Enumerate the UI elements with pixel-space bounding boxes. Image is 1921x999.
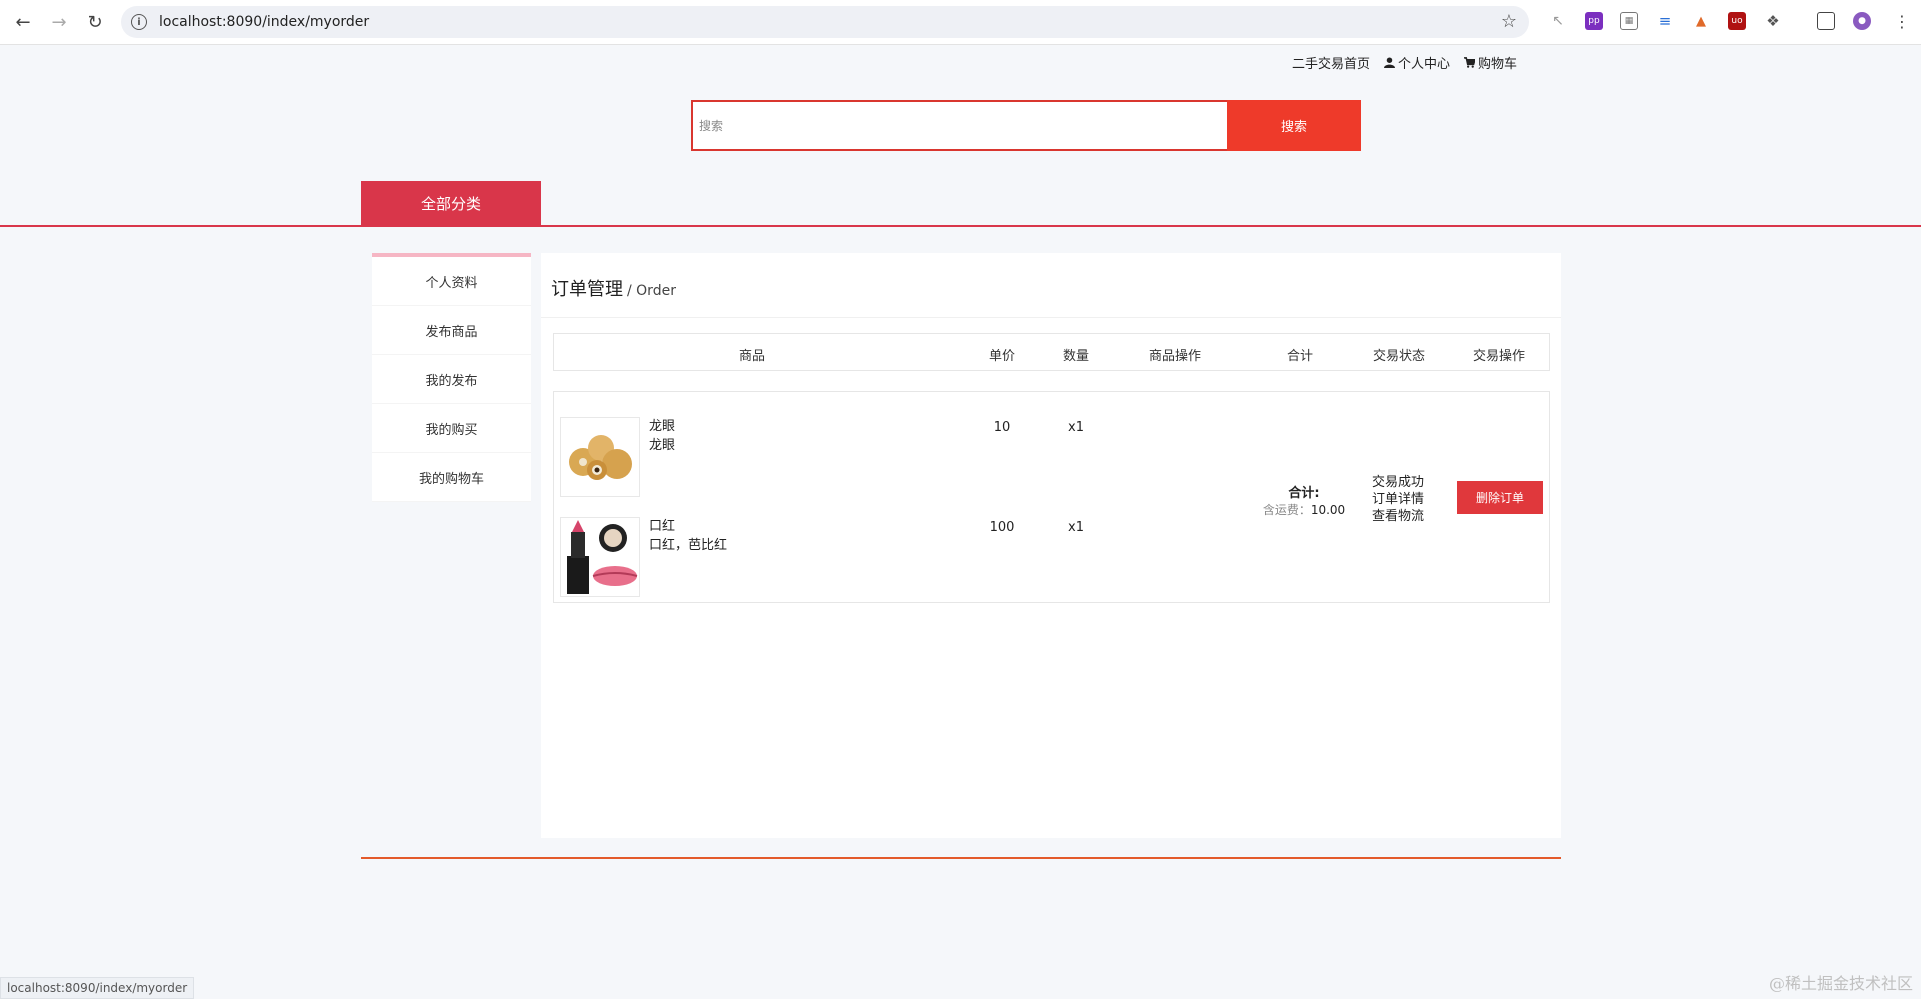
item-1-name-block: 龙眼 龙眼 <box>649 417 675 455</box>
lipstick-image[interactable] <box>560 517 640 597</box>
order-panel: 订单管理 / Order 商品 单价 数量 商品操作 合计 交易状态 交易操作 <box>541 253 1561 838</box>
column-header-total: 合计 <box>1286 349 1314 364</box>
menu-kebab-icon[interactable]: ⋮ <box>1893 12 1911 31</box>
sidebar-item-my-cart[interactable]: 我的购物车 <box>372 453 531 502</box>
item-1-name[interactable]: 龙眼 <box>649 417 675 436</box>
translate-extension-icon[interactable]: ▲ <box>1692 12 1710 30</box>
delete-order-button[interactable]: 删除订单 <box>1457 481 1543 514</box>
cart-icon <box>1464 57 1476 68</box>
order-detail-link[interactable]: 订单详情 <box>1372 491 1424 508</box>
sidebar-item-my-purchases[interactable]: 我的购买 <box>372 404 531 453</box>
title-divider <box>541 317 1561 318</box>
footer-divider <box>361 857 1561 859</box>
item-2-price: 100 <box>989 520 1015 535</box>
watermark: @稀土掘金技术社区 <box>1768 974 1913 993</box>
item-1-qty: x1 <box>1068 420 1084 435</box>
sidebar-item-my-posts[interactable]: 我的发布 <box>372 355 531 404</box>
column-header-qty: 数量 <box>1062 349 1090 364</box>
search-button[interactable]: 搜索 <box>1227 100 1361 151</box>
store-extension-icon[interactable]: ▦ <box>1620 12 1638 30</box>
column-header-status: 交易状态 <box>1372 349 1426 364</box>
layers-extension-icon[interactable]: ≡ <box>1656 12 1674 30</box>
order-total: 合计: 含运费：10.00 <box>1254 482 1354 518</box>
sidebar-item-profile[interactable]: 个人资料 <box>372 257 531 306</box>
sidebar-item-publish[interactable]: 发布商品 <box>372 306 531 355</box>
top-nav: 二手交易首页 个人中心 购物车 <box>1292 53 1517 72</box>
item-1-desc: 龙眼 <box>649 438 676 453</box>
column-header-actions: 交易操作 <box>1472 349 1526 364</box>
shipping-line: 含运费：10.00 <box>1254 501 1354 518</box>
item-2-name-block: 口红 口红，芭比红 <box>649 517 727 555</box>
item-2-name[interactable]: 口红 <box>649 517 727 536</box>
site-info-icon[interactable]: i <box>131 14 147 30</box>
column-header-price: 单价 <box>988 349 1016 364</box>
page-title: 订单管理 / Order <box>551 275 676 301</box>
sidebar: 个人资料 发布商品 我的发布 我的购买 我的购物车 <box>372 253 531 502</box>
extension-purple-icon[interactable]: pp <box>1585 12 1603 30</box>
category-divider <box>0 225 1921 227</box>
cart-link[interactable]: 购物车 <box>1464 53 1517 72</box>
page-title-text: 订单管理 <box>551 279 623 300</box>
bookmark-star-icon[interactable]: ☆ <box>1501 11 1517 32</box>
home-link[interactable]: 二手交易首页 <box>1292 53 1370 72</box>
column-header-product: 商品 <box>738 349 766 364</box>
back-icon[interactable]: ← <box>5 4 41 40</box>
page-subtitle: / Order <box>627 283 676 299</box>
browser-status-bar: localhost:8090/index/myorder <box>0 977 195 999</box>
personal-center-link[interactable]: 个人中心 <box>1384 53 1450 72</box>
browser-toolbar: ← → ↻ i localhost:8090/index/myorder ☆ ↖… <box>0 0 1921 45</box>
view-logistics-link[interactable]: 查看物流 <box>1372 508 1424 525</box>
user-icon <box>1384 57 1396 68</box>
search-input[interactable] <box>691 100 1227 151</box>
cursor-extension-icon[interactable]: ↖ <box>1549 12 1567 30</box>
personal-center-label: 个人中心 <box>1398 57 1451 72</box>
item-2-qty: x1 <box>1068 520 1084 535</box>
order-card: 龙眼 龙眼 10 x1 口红 口红，芭比红 100 x1 合计: 含运费：10.… <box>553 391 1550 603</box>
total-amount: 10.00 <box>1310 503 1346 517</box>
search-bar: 搜索 <box>691 100 1361 151</box>
cart-label: 购物车 <box>1478 57 1518 72</box>
forward-icon[interactable]: → <box>41 4 77 40</box>
column-header-product-ops: 商品操作 <box>1148 349 1202 364</box>
ublock-shield-icon[interactable]: uo <box>1728 12 1746 30</box>
extensions-puzzle-icon[interactable]: ❖ <box>1764 12 1782 30</box>
reload-icon[interactable]: ↻ <box>77 4 113 40</box>
address-bar[interactable]: i localhost:8090/index/myorder ☆ <box>121 6 1529 38</box>
side-panel-icon[interactable] <box>1817 12 1835 30</box>
address-url[interactable]: localhost:8090/index/myorder <box>159 14 369 30</box>
all-categories-button[interactable]: 全部分类 <box>361 181 541 226</box>
order-status: 交易成功 订单详情 查看物流 <box>1372 474 1424 525</box>
item-2-desc: 口红，芭比红 <box>649 538 728 553</box>
shipping-label: 含运费： <box>1262 503 1311 517</box>
profile-avatar-icon[interactable]: ● <box>1853 12 1871 30</box>
table-header: 商品 单价 数量 商品操作 合计 交易状态 交易操作 <box>553 333 1550 371</box>
status-text: 交易成功 <box>1372 475 1425 490</box>
item-1-price: 10 <box>993 420 1011 435</box>
longan-image[interactable] <box>560 417 640 497</box>
total-label: 合计: <box>1288 486 1320 501</box>
